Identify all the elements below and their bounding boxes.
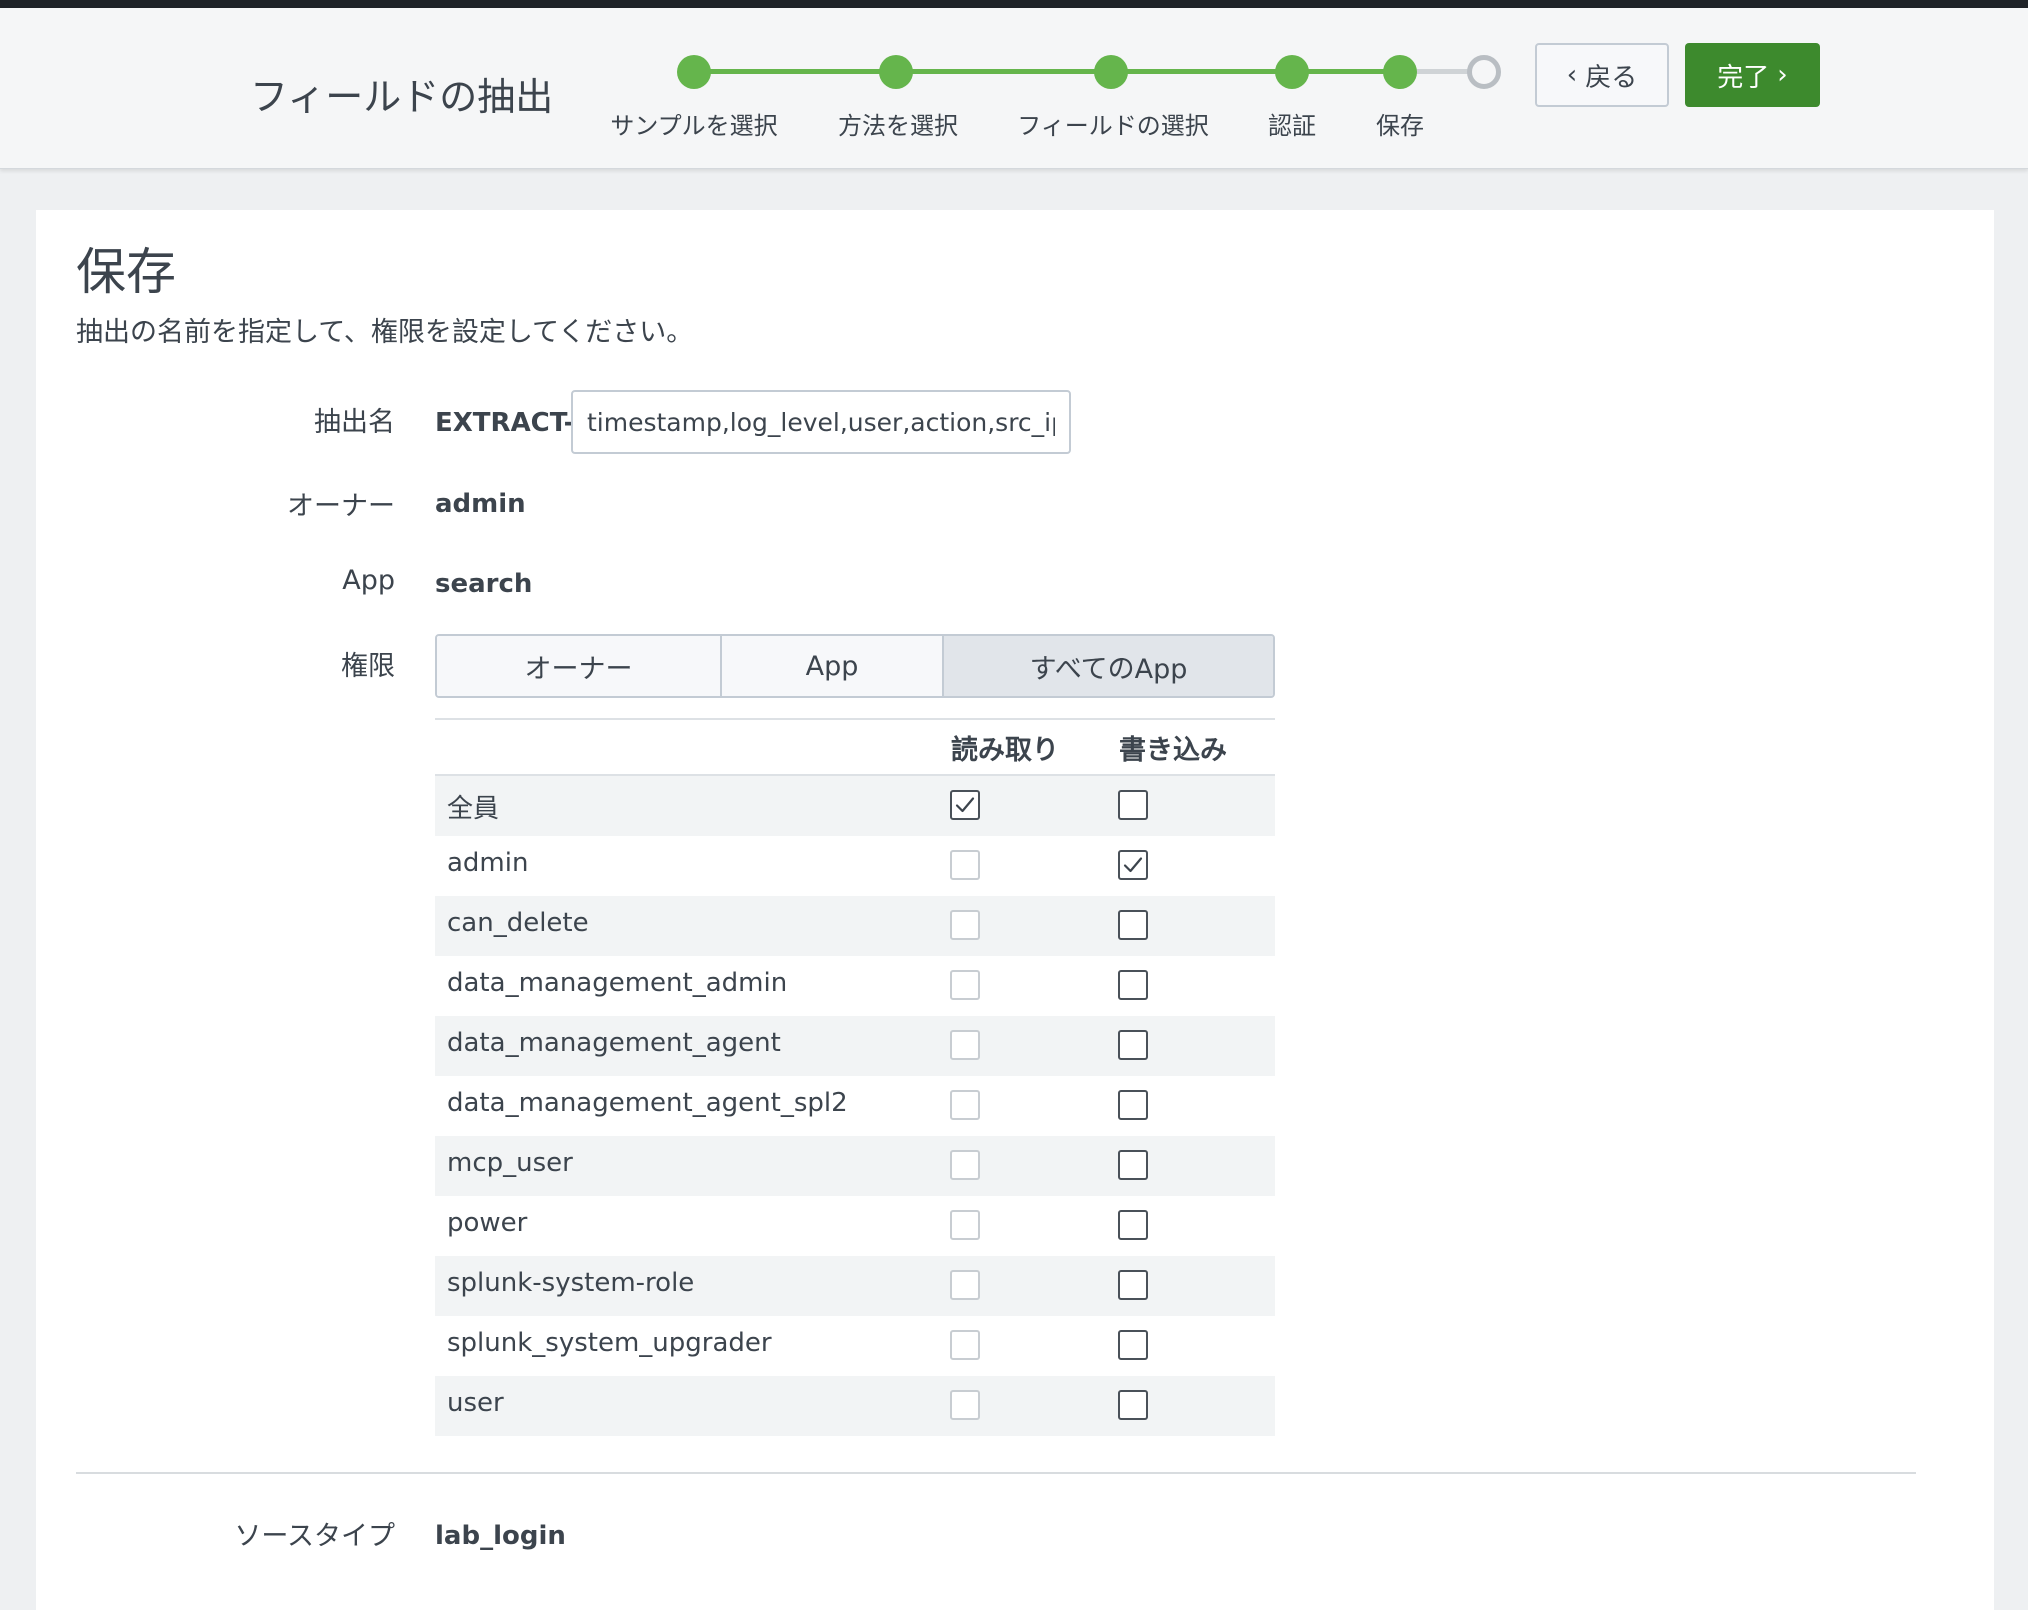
read-checkbox[interactable] — [950, 1330, 980, 1360]
step-dot-sample — [677, 55, 711, 89]
page-description: 抽出の名前を指定して、権限を設定してください。 — [76, 317, 694, 348]
role-name: mcp_user — [447, 1148, 573, 1178]
top-bar — [0, 0, 2028, 8]
back-button[interactable]: ‹ 戻る — [1535, 43, 1669, 107]
step-dot-method — [879, 55, 913, 89]
extract-name-label: 抽出名 — [314, 407, 395, 438]
permissions-table: 読み取り 書き込み 全員 admin can_delete data_manageme… — [435, 718, 1275, 1436]
write-column-header: 書き込み — [1119, 735, 1227, 766]
read-checkbox[interactable] — [950, 1270, 980, 1300]
sourcetype-value: lab_login — [435, 1521, 566, 1551]
scope-all-apps-button[interactable]: すべてのApp — [944, 636, 1273, 696]
write-checkbox[interactable] — [1118, 1270, 1148, 1300]
write-checkbox[interactable] — [1118, 970, 1148, 1000]
step-dot-fields — [1094, 55, 1128, 89]
table-row: splunk-system-role — [435, 1256, 1275, 1316]
write-checkbox[interactable] — [1118, 1390, 1148, 1420]
read-checkbox[interactable] — [950, 1090, 980, 1120]
read-checkbox[interactable] — [950, 850, 980, 880]
chevron-left-icon: ‹ — [1566, 60, 1578, 90]
permission-scope-toggle: オーナー App すべてのApp — [435, 634, 1275, 698]
role-name: splunk-system-role — [447, 1268, 695, 1298]
step-label-sample: サンプルを選択 — [610, 112, 778, 140]
role-name: data_management_agent_spl2 — [447, 1088, 848, 1118]
finish-button[interactable]: 完了 › — [1685, 43, 1820, 107]
sourcetype-label: ソースタイプ — [234, 1521, 395, 1552]
write-checkbox[interactable] — [1118, 1030, 1148, 1060]
write-checkbox[interactable] — [1118, 910, 1148, 940]
page-title: 保存 — [76, 243, 176, 301]
step-connector — [694, 69, 896, 74]
table-row: mcp_user — [435, 1136, 1275, 1196]
wizard-header: フィールドの抽出 サンプルを選択 方法を選択 フィールドの選択 認証 保存 ‹ … — [0, 8, 2028, 169]
app-label: App — [342, 565, 395, 596]
role-name: user — [447, 1388, 504, 1418]
write-checkbox[interactable] — [1118, 1090, 1148, 1120]
step-label-method: 方法を選択 — [838, 112, 958, 140]
table-row: user — [435, 1376, 1275, 1436]
read-checkbox[interactable] — [950, 1030, 980, 1060]
table-row: data_management_admin — [435, 956, 1275, 1016]
step-dot-validate — [1275, 55, 1309, 89]
table-row: can_delete — [435, 896, 1275, 956]
write-checkbox[interactable] — [1118, 790, 1148, 820]
read-checkbox[interactable] — [950, 970, 980, 1000]
write-checkbox[interactable] — [1118, 1210, 1148, 1240]
read-column-header: 読み取り — [951, 735, 1059, 766]
owner-value: admin — [435, 489, 526, 519]
role-name: admin — [447, 848, 529, 878]
table-row: power — [435, 1196, 1275, 1256]
role-name: power — [447, 1208, 528, 1238]
app-value: search — [435, 569, 533, 599]
table-row: data_management_agent_spl2 — [435, 1076, 1275, 1136]
write-checkbox[interactable] — [1118, 1150, 1148, 1180]
step-connector — [896, 69, 1111, 74]
table-row: splunk_system_upgrader — [435, 1316, 1275, 1376]
role-name: splunk_system_upgrader — [447, 1328, 772, 1358]
scope-owner-button[interactable]: オーナー — [437, 636, 722, 696]
read-checkbox[interactable] — [950, 1390, 980, 1420]
table-row: 全員 — [435, 776, 1275, 836]
permissions-rows: 全員 admin can_delete data_management_adminda… — [435, 776, 1275, 1436]
step-dot-save — [1383, 55, 1417, 89]
write-checkbox[interactable] — [1118, 1330, 1148, 1360]
extract-name-input[interactable] — [571, 390, 1071, 454]
read-checkbox[interactable] — [950, 1150, 980, 1180]
scope-app-button[interactable]: App — [722, 636, 944, 696]
finish-button-label: 完了 — [1717, 62, 1770, 93]
read-checkbox[interactable] — [950, 1210, 980, 1240]
read-checkbox[interactable] — [950, 790, 980, 820]
chevron-right-icon: › — [1777, 60, 1788, 90]
role-name: can_delete — [447, 908, 589, 938]
step-dot-pending — [1467, 55, 1501, 89]
role-name: data_management_agent — [447, 1028, 781, 1058]
table-row: admin — [435, 836, 1275, 896]
write-checkbox[interactable] — [1118, 850, 1148, 880]
table-row: data_management_agent — [435, 1016, 1275, 1076]
role-name: data_management_admin — [447, 968, 788, 998]
read-checkbox[interactable] — [950, 910, 980, 940]
step-label-save: 保存 — [1376, 112, 1424, 140]
extract-prefix: EXTRACT- — [435, 408, 575, 438]
step-connector — [1111, 69, 1292, 74]
role-name: 全員 — [447, 794, 500, 824]
owner-label: オーナー — [287, 491, 395, 522]
back-button-label: 戻る — [1585, 62, 1638, 93]
permissions-table-header: 読み取り 書き込み — [435, 720, 1275, 776]
section-divider — [76, 1472, 1916, 1474]
permissions-label: 権限 — [341, 651, 395, 682]
